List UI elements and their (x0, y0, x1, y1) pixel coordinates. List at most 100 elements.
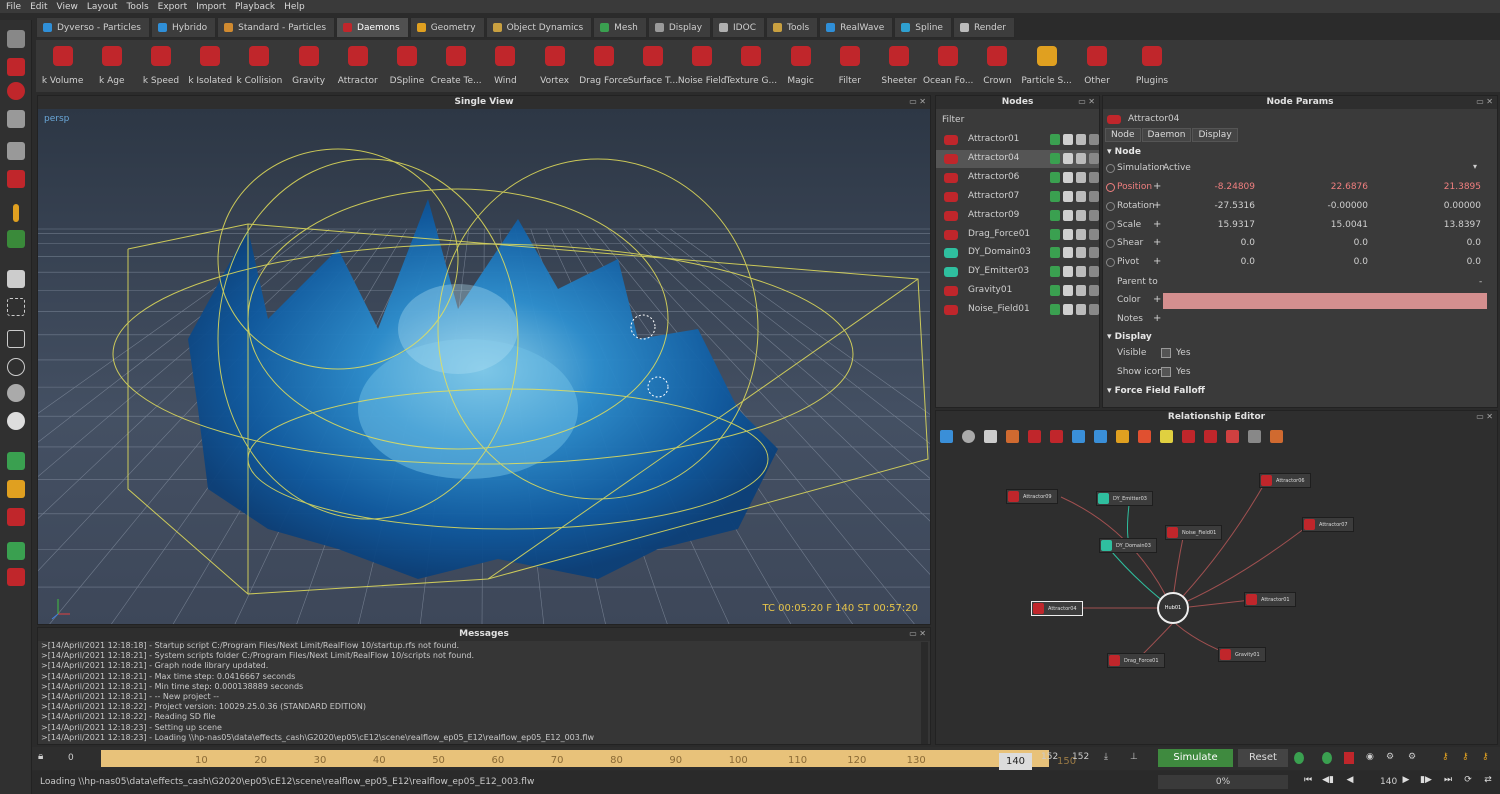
timeline-scrubber[interactable]: 10 20 30 40 50 60 70 80 90 100 110 120 130 140 150 (101, 750, 1076, 770)
add-key-icon[interactable]: + (1153, 219, 1161, 230)
daemon-create-te-button[interactable]: Create Te... (431, 42, 482, 90)
visible-icon[interactable] (1063, 304, 1073, 316)
param-scale-y[interactable]: 15.0041 (1278, 220, 1368, 230)
relationship-node[interactable]: Drag_Force01 (1107, 653, 1165, 668)
radio-icon[interactable] (1106, 183, 1115, 192)
daemon-noise-fieldbutton[interactable]: Noise Field (678, 42, 727, 90)
step-forward-icon[interactable]: ▮▶ (1420, 775, 1432, 787)
timeline-down-icon[interactable]: ⤓ (1104, 752, 1108, 762)
play-icon[interactable]: ▶ (1400, 775, 1412, 787)
daemon-pluginsbutton[interactable]: Plugins (1125, 42, 1179, 90)
edit-icon[interactable] (1050, 209, 1060, 221)
export-icon[interactable] (1076, 209, 1086, 221)
add-key-icon[interactable]: + (1153, 294, 1161, 305)
radio-icon[interactable] (1106, 164, 1115, 173)
param-shear-z[interactable]: 0.0 (1391, 238, 1481, 248)
visible-icon[interactable] (1063, 266, 1073, 278)
daemon-k-volumebutton[interactable]: k Volume (38, 42, 87, 90)
export-icon[interactable] (1076, 247, 1086, 259)
camera-label[interactable]: persp (44, 114, 69, 124)
visible-icon[interactable] (1063, 134, 1073, 145)
export-icon[interactable] (1076, 228, 1086, 240)
wire-cube-icon[interactable] (7, 330, 25, 348)
show-icon-checkbox[interactable] (1161, 367, 1171, 377)
edit-icon[interactable] (1050, 171, 1060, 183)
edit-icon[interactable] (1050, 304, 1060, 316)
scale-tool-icon[interactable] (7, 110, 25, 128)
simulate-icon[interactable] (1089, 247, 1099, 259)
param-rotation-x[interactable]: -27.5316 (1165, 201, 1255, 211)
key-add-icon[interactable]: ⚷ (1462, 752, 1469, 762)
loop-icon[interactable]: ⟳ (1462, 775, 1474, 787)
daemon-k-collisionbutton[interactable]: k Collision (235, 42, 284, 90)
param-pivot-z[interactable]: 0.0 (1391, 257, 1481, 267)
relationship-node[interactable]: Attractor04 (1031, 601, 1083, 616)
export-icon[interactable] (1076, 266, 1086, 278)
simulate-icon[interactable] (1089, 152, 1099, 164)
go-start-icon[interactable]: ⏮ (1302, 775, 1314, 787)
eye-icon[interactable]: ◉ (1366, 752, 1374, 762)
daemon-windbutton[interactable]: Wind (481, 42, 530, 90)
relationship-node[interactable]: Gravity01 (1218, 647, 1266, 662)
menu-export[interactable]: Export (155, 2, 193, 12)
simulate-icon[interactable] (1089, 285, 1099, 297)
nodes-filter[interactable]: Filter (942, 115, 964, 125)
menu-file[interactable]: File (3, 2, 27, 12)
tab-daemons[interactable]: Daemons (336, 17, 409, 38)
simulate-icon[interactable] (1089, 228, 1099, 240)
tab-render[interactable]: Render (952, 17, 1015, 38)
relationship-node[interactable]: Attractor09 (1006, 489, 1058, 504)
tab-spline[interactable]: Spline (894, 17, 952, 38)
sim-green-icon[interactable] (1294, 752, 1304, 764)
pencil-tool-icon[interactable] (13, 204, 19, 222)
visible-checkbox[interactable] (1161, 348, 1171, 358)
param-rotation-z[interactable]: 0.00000 (1391, 201, 1481, 211)
menu-edit[interactable]: Edit (27, 2, 53, 12)
param-rotation-y[interactable]: -0.00000 (1278, 201, 1368, 211)
node-row[interactable]: Attractor04 (936, 149, 1099, 168)
visible-icon[interactable] (1063, 152, 1073, 164)
edit-icon[interactable] (1050, 247, 1060, 259)
particles-tool-icon[interactable] (7, 298, 25, 316)
simulate-icon[interactable] (1089, 304, 1099, 316)
menu-playback[interactable]: Playback (232, 2, 281, 12)
go-end-icon[interactable]: ⏭ (1442, 775, 1454, 787)
panel-controls-icon[interactable]: ▭ ✕ (909, 629, 926, 638)
radio-icon[interactable] (1106, 201, 1115, 211)
visible-icon[interactable] (1063, 285, 1073, 297)
brush-green-icon[interactable] (7, 452, 25, 470)
axis-tool-icon[interactable] (7, 230, 25, 248)
edit-icon[interactable] (1050, 228, 1060, 240)
simulate-icon[interactable] (1089, 209, 1099, 221)
export-icon[interactable] (1076, 171, 1086, 183)
daemon-otherbutton[interactable]: Other (1070, 42, 1124, 90)
brush-orange-icon[interactable] (7, 480, 25, 498)
sim-record-icon[interactable] (1344, 752, 1354, 764)
daemon-filterbutton[interactable]: Filter (825, 42, 874, 90)
param-scale-z[interactable]: 13.8397 (1391, 220, 1481, 230)
add-key-icon[interactable]: + (1153, 200, 1161, 211)
section-node[interactable]: ▾ Node (1107, 147, 1141, 157)
node-row[interactable]: Attractor07 (936, 188, 1099, 206)
node-row[interactable]: Attractor06 (936, 169, 1099, 187)
param-shear-x[interactable]: 0.0 (1165, 238, 1255, 248)
node-row[interactable]: DY_Domain03 (936, 244, 1099, 262)
add-key-icon[interactable]: + (1153, 237, 1161, 248)
relationship-node[interactable]: Attractor06 (1259, 473, 1311, 488)
daemon-magicbutton[interactable]: Magic (776, 42, 825, 90)
menu-layout[interactable]: Layout (84, 2, 124, 12)
frame-display[interactable]: 140 (1380, 777, 1397, 787)
add-key-icon[interactable]: + (1153, 313, 1161, 324)
daemon-gravitybutton[interactable]: Gravity (284, 42, 333, 90)
wire-sphere-icon[interactable] (7, 358, 25, 376)
end-frame-a[interactable]: 152 (1041, 752, 1058, 762)
daemon-k-agebutton[interactable]: k Age (87, 42, 136, 90)
tab-display[interactable]: Display (647, 17, 712, 38)
panel-controls-icon[interactable]: ▭ ✕ (1476, 97, 1493, 106)
daemon-ocean-fo-button[interactable]: Ocean Fo... (923, 42, 973, 90)
rotate-tool-icon[interactable] (7, 82, 25, 100)
layout-tool-icon[interactable] (7, 142, 25, 160)
move-tool-icon[interactable] (7, 58, 25, 76)
visible-icon[interactable] (1063, 247, 1073, 259)
params-tab-display[interactable]: Display (1192, 128, 1238, 142)
